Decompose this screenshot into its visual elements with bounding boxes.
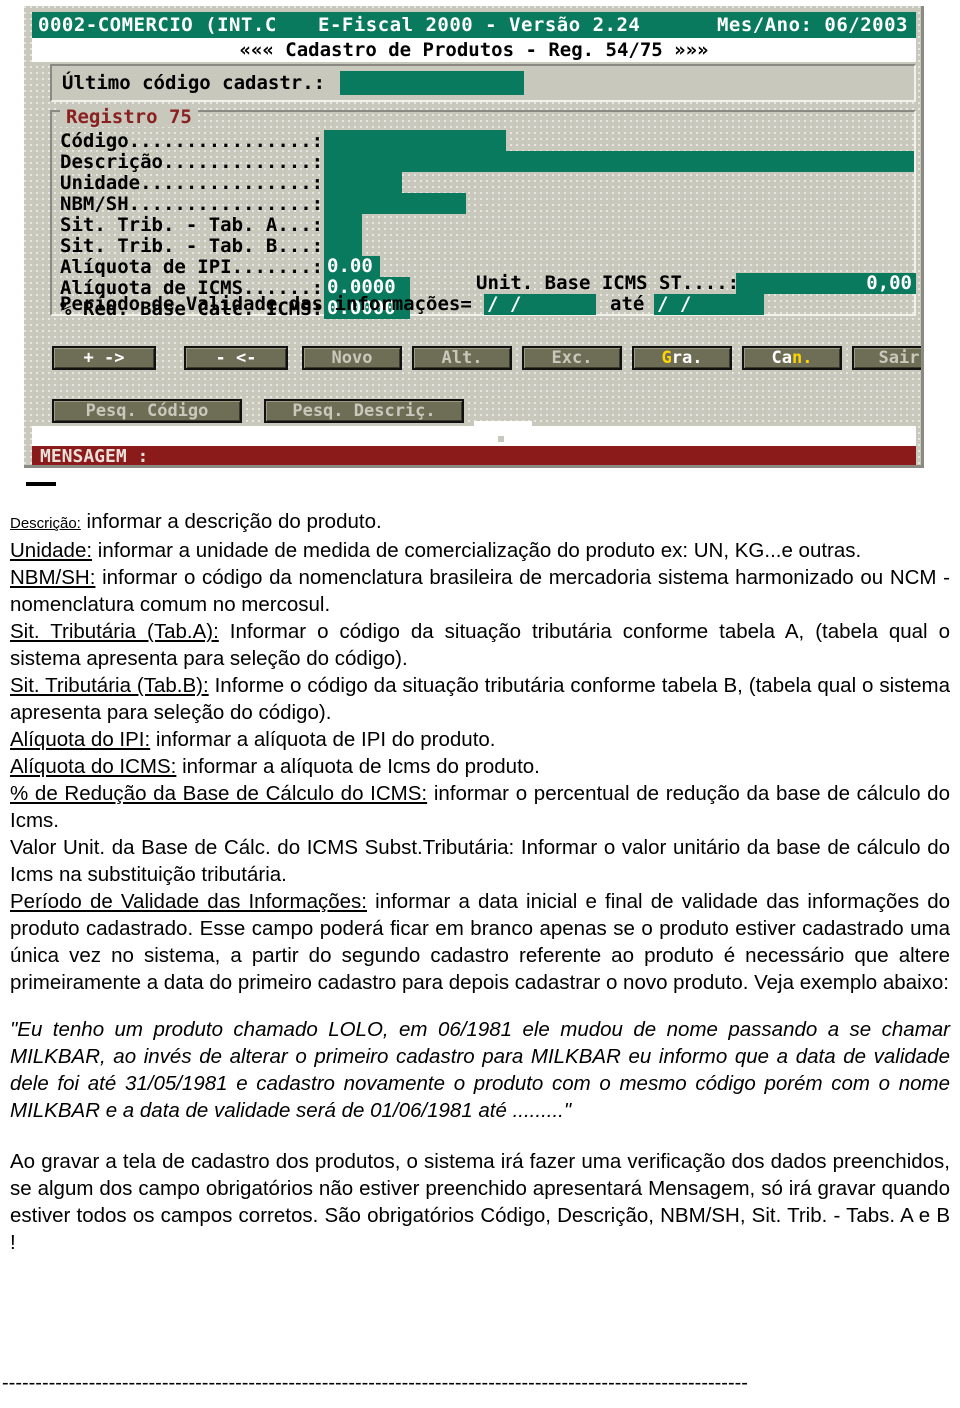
button-cancelar-hotkey: n. bbox=[792, 348, 813, 368]
button-prev-record-label: - <- bbox=[215, 348, 257, 368]
term-unidade: Unidade: bbox=[10, 539, 93, 562]
last-code-label: Último código cadastr.: bbox=[62, 72, 326, 94]
field-label-validade-ate: até bbox=[610, 293, 645, 315]
titlebar-company: 0002-COMERCIO (INT.C bbox=[38, 14, 277, 36]
paragraph-descricao: Descrição: informar a descrição do produ… bbox=[10, 508, 950, 537]
term-descricao: Descrição: bbox=[10, 515, 81, 532]
button-novo[interactable]: Novo bbox=[302, 346, 402, 370]
term-nbm-sh-text: informar o código da nomenclatura brasil… bbox=[10, 566, 950, 616]
term-aliquota-ipi: Alíquota do IPI: bbox=[10, 728, 151, 751]
term-periodo-validade: Período de Validade das Informações: bbox=[10, 890, 367, 913]
page-left-dash-mark bbox=[26, 482, 56, 486]
document-body: Descrição: informar a descrição do produ… bbox=[10, 508, 950, 1256]
terminal-artifact-dot bbox=[498, 436, 504, 442]
field-label-unit-base-icms-st: Unit. Base ICMS ST....: bbox=[476, 272, 740, 294]
field-input-nbm-sh[interactable] bbox=[324, 193, 466, 214]
field-input-unidade[interactable] bbox=[324, 172, 402, 193]
titlebar-app-name: E-Fiscal 2000 - Versão 2.24 bbox=[318, 14, 641, 36]
field-label-codigo: Código................: bbox=[60, 130, 324, 152]
paragraph-example: "Eu tenho um produto chamado LOLO, em 06… bbox=[10, 1018, 950, 1122]
field-label-nbm-sh: NBM/SH................: bbox=[60, 193, 324, 215]
spacer-before-closing bbox=[10, 1124, 950, 1148]
button-gravar[interactable]: Gra. bbox=[632, 346, 732, 370]
term-unidade-text: informar a unidade de medida de comercia… bbox=[92, 539, 862, 562]
field-input-aliq-ipi[interactable]: 0.00 bbox=[324, 256, 380, 277]
paragraph-sit-trib-a: Sit. Tributária (Tab.A): Informar o códi… bbox=[10, 618, 950, 672]
terminal-titlebar: 0002-COMERCIO (INT.C E-Fiscal 2000 - Ver… bbox=[32, 12, 916, 38]
terminal-subtitle: ««« Cadastro de Produtos - Reg. 54/75 »»… bbox=[32, 38, 916, 62]
message-separator bbox=[32, 426, 916, 448]
button-pesq-codigo[interactable]: Pesq. Código bbox=[52, 399, 242, 423]
paragraph-aliquota-icms: Alíquota do ICMS: informar a alíquota de… bbox=[10, 753, 950, 780]
titlebar-period: Mes/Ano: 06/2003 bbox=[716, 14, 908, 36]
term-valor-unit-base-st: Valor Unit. da Base de Cálc. do ICMS Sub… bbox=[10, 836, 515, 859]
field-label-aliq-ipi: Alíquota de IPI.......: bbox=[60, 256, 324, 278]
paragraph-closing: Ao gravar a tela de cadastro dos produto… bbox=[10, 1150, 950, 1254]
field-input-sit-trib-b[interactable] bbox=[324, 235, 362, 256]
button-pesq-descricao[interactable]: Pesq. Descriç. bbox=[264, 399, 464, 423]
button-pesq-codigo-label: Pesq. Código bbox=[85, 401, 209, 421]
field-input-validade-de[interactable]: / / bbox=[484, 294, 596, 315]
field-input-unit-base-icms-st[interactable]: 0,00 bbox=[736, 273, 916, 294]
button-excluir[interactable]: Exc. bbox=[522, 346, 622, 370]
field-input-codigo[interactable] bbox=[324, 130, 506, 151]
field-label-sit-trib-a: Sit. Trib. - Tab. A...: bbox=[60, 214, 324, 236]
paragraph-periodo-validade: Período de Validade das Informações: inf… bbox=[10, 888, 950, 996]
button-next-record[interactable]: + -> bbox=[52, 346, 156, 370]
paragraph-sit-trib-b: Sit. Tributária (Tab.B): Informe o códig… bbox=[10, 672, 950, 726]
record-group-legend: Registro 75 bbox=[60, 107, 198, 127]
button-next-record-label: + -> bbox=[83, 348, 125, 368]
button-excluir-label: Exc. bbox=[551, 348, 593, 368]
last-code-panel: Último código cadastr.: bbox=[50, 64, 916, 102]
term-sit-trib-b: Sit. Tributária (Tab.B): bbox=[10, 674, 209, 697]
message-bar-label: MENSAGEM : bbox=[40, 446, 149, 467]
footer-rule: ----------------------------------------… bbox=[2, 1378, 954, 1388]
button-sair[interactable]: Sair bbox=[852, 346, 921, 370]
paragraph-reducao-base-icms: % de Redução da Base de Cálculo do ICMS:… bbox=[10, 780, 950, 834]
term-descricao-text: informar a descrição do produto. bbox=[80, 510, 382, 533]
button-alterar[interactable]: Alt. bbox=[412, 346, 512, 370]
paragraph-nbm-sh: NBM/SH: informar o código da nomenclatur… bbox=[10, 564, 950, 618]
paragraph-unidade: Unidade: informar a unidade de medida de… bbox=[10, 537, 950, 564]
field-input-descricao[interactable] bbox=[324, 151, 914, 172]
button-gravar-hotkey: G bbox=[661, 348, 672, 368]
term-aliquota-ipi-text: informar a alíquota de IPI do produto. bbox=[150, 728, 496, 751]
field-input-validade-ate[interactable]: / / bbox=[654, 294, 764, 315]
spacer-before-example bbox=[10, 996, 950, 1016]
field-input-sit-trib-a[interactable] bbox=[324, 214, 362, 235]
button-sair-label: Sair bbox=[878, 348, 920, 368]
field-label-periodo-validade: Período de Validade das informações= de bbox=[60, 293, 507, 315]
terminal-window: 0002-COMERCIO (INT.C E-Fiscal 2000 - Ver… bbox=[24, 6, 924, 468]
button-gravar-label: ra. bbox=[671, 348, 703, 368]
terminal-screenshot: 0002-COMERCIO (INT.C E-Fiscal 2000 - Ver… bbox=[18, 4, 926, 486]
field-label-descricao: Descrição.............: bbox=[60, 151, 324, 173]
button-novo-label: Novo bbox=[331, 348, 373, 368]
term-nbm-sh: NBM/SH: bbox=[10, 566, 96, 589]
button-cancelar-label: Ca bbox=[771, 348, 792, 368]
term-sit-trib-a: Sit. Tributária (Tab.A): bbox=[10, 620, 219, 643]
term-reducao-base-icms: % de Redução da Base de Cálculo do ICMS: bbox=[10, 782, 428, 805]
button-pesq-descricao-label: Pesq. Descriç. bbox=[292, 401, 436, 421]
message-bar: MENSAGEM : bbox=[32, 446, 916, 467]
field-label-unidade: Unidade...............: bbox=[60, 172, 324, 194]
terminal-artifact-top bbox=[474, 421, 532, 427]
paragraph-aliquota-ipi: Alíquota do IPI: informar a alíquota de … bbox=[10, 726, 950, 753]
term-aliquota-icms-text: informar a alíquota de Icms do produto. bbox=[176, 755, 540, 778]
term-aliquota-icms: Alíquota do ICMS: bbox=[10, 755, 177, 778]
paragraph-valor-unit-base-st: Valor Unit. da Base de Cálc. do ICMS Sub… bbox=[10, 834, 950, 888]
button-prev-record[interactable]: - <- bbox=[184, 346, 288, 370]
button-alterar-label: Alt. bbox=[441, 348, 483, 368]
button-cancelar[interactable]: Can. bbox=[742, 346, 842, 370]
last-code-input[interactable] bbox=[340, 71, 524, 95]
field-label-sit-trib-b: Sit. Trib. - Tab. B...: bbox=[60, 235, 324, 257]
